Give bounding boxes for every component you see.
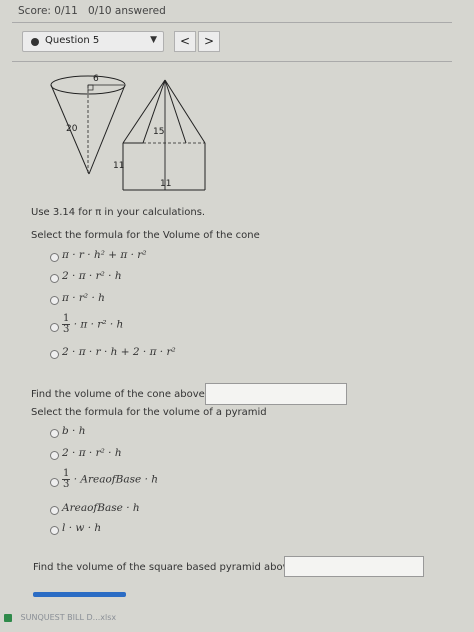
cone-option-3-label: π · r² · h: [62, 292, 105, 304]
cone-formula-prompt: Select the formula for the Volume of the…: [31, 230, 260, 241]
submit-button[interactable]: [33, 592, 126, 597]
pyramid-option-5-label: l · w · h: [62, 522, 102, 534]
cone-diagram: [50, 75, 126, 175]
instruction-text: Use 3.14 for π in your calculations.: [31, 207, 206, 218]
cone-option-2-label: 2 · π · r² · h: [62, 270, 122, 282]
cone-height-label: 20: [66, 124, 78, 134]
download-bar-item[interactable]: SUNQUEST BILL D...xlsx: [4, 613, 116, 622]
pyramid-height-label: 15: [153, 127, 164, 137]
pyramid-option-3-expression: 13 · AreaofBase · h: [62, 469, 158, 490]
pyramid-option-3-label: · AreaofBase · h: [73, 473, 159, 486]
cone-option-4-label: · π · r² · h: [73, 318, 124, 331]
pyramid-option-4-radio[interactable]: [50, 506, 59, 515]
pyramid-side-left-label: 11: [113, 161, 124, 171]
cone-option-2-radio[interactable]: [50, 274, 59, 283]
cone-option-1-radio[interactable]: [50, 253, 59, 262]
pyramid-volume-prompt: Find the volume of the square based pyra…: [33, 562, 298, 573]
pyramid-option-5-radio[interactable]: [50, 526, 59, 535]
cone-option-4-expression: 13 · π · r² · h: [62, 314, 123, 335]
pyramid-side-bottom-label: 11: [160, 179, 171, 189]
cone-option-5-label: 2 · π · r · h + 2 · π · r²: [62, 346, 176, 358]
pyramid-formula-prompt: Select the formula for the volume of a p…: [31, 407, 267, 418]
pyramid-option-2-radio[interactable]: [50, 451, 59, 460]
pyramid-volume-input[interactable]: [284, 556, 424, 577]
cone-pyramid-figure: 6 20 15 11 11: [50, 74, 206, 191]
cone-option-3-radio[interactable]: [50, 296, 59, 305]
cone-option-4-radio[interactable]: [50, 323, 59, 332]
file-icon: [4, 613, 12, 622]
cone-radius-label: 6: [93, 74, 99, 84]
fraction-one-third: 13: [62, 313, 71, 335]
pyramid-option-4-label: AreaofBase · h: [62, 502, 140, 514]
pyramid-option-1-label: b · h: [62, 425, 86, 437]
pyramid-option-3-radio[interactable]: [50, 478, 59, 487]
cone-option-5-radio[interactable]: [50, 350, 59, 359]
pyramid-option-2-label: 2 · π · r² · h: [62, 447, 122, 459]
fraction-one-third: 13: [62, 468, 71, 490]
cone-option-1-label: π · r · h² + π · r²: [62, 249, 147, 261]
pyramid-option-1-radio[interactable]: [50, 429, 59, 438]
cone-volume-prompt: Find the volume of the cone above.: [31, 389, 209, 400]
cone-volume-input[interactable]: [205, 383, 347, 405]
download-file-name: SUNQUEST BILL D...xlsx: [20, 613, 117, 622]
